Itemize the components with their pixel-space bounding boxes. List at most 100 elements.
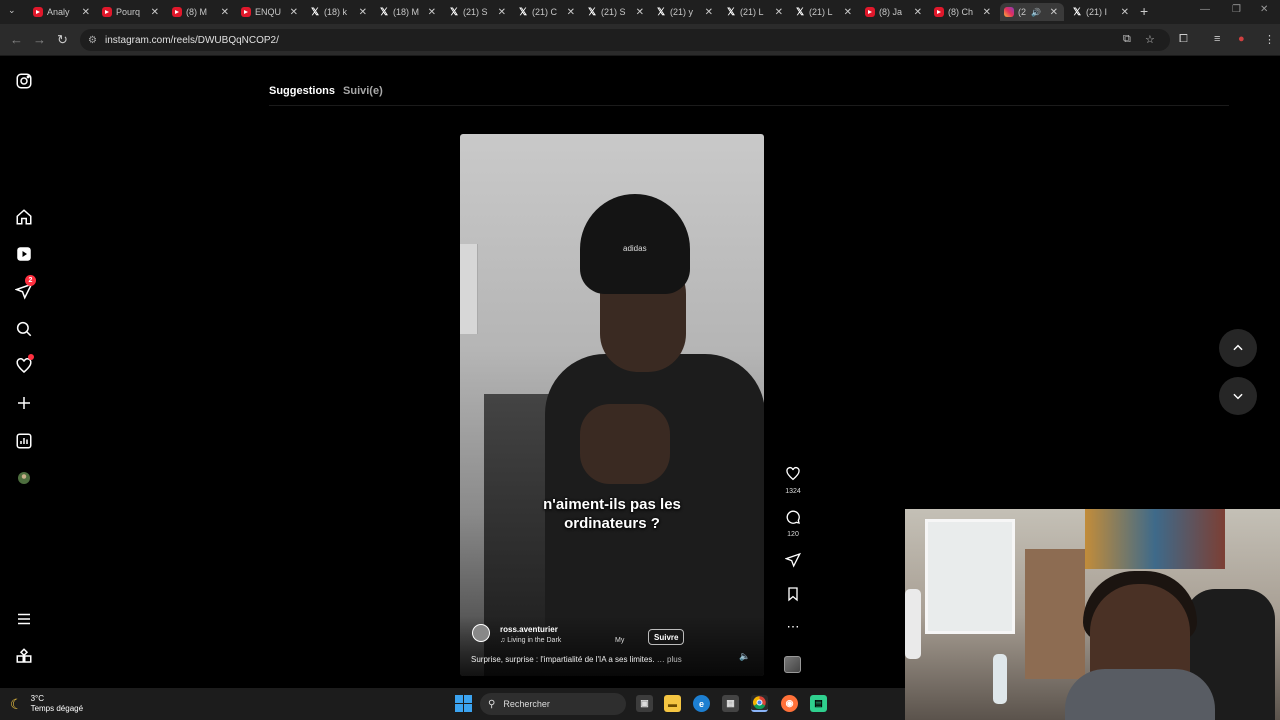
profile-avatar-icon[interactable] — [14, 468, 34, 488]
search-icon[interactable] — [14, 319, 34, 339]
mute-icon[interactable]: 🔈 — [739, 651, 750, 662]
close-icon[interactable]: ✕ — [914, 7, 922, 18]
task-view-icon[interactable]: ▣ — [636, 695, 653, 712]
browser-tab[interactable]: 𝕏 (21) I ✕ — [1072, 3, 1129, 21]
close-icon[interactable]: ✕ — [428, 7, 436, 18]
close-window-icon[interactable]: ✕ — [1260, 4, 1268, 15]
messages-icon[interactable]: 2 — [14, 275, 36, 301]
chrome-icon[interactable] — [751, 695, 768, 712]
audio-thumbnail[interactable] — [784, 656, 801, 673]
close-icon[interactable]: ✕ — [290, 7, 298, 18]
like-button[interactable]: 1324 — [783, 466, 803, 495]
browser-tab[interactable]: 𝕏 (18) M ✕ — [379, 3, 436, 21]
media-control-icon[interactable]: ≡ — [1214, 33, 1220, 45]
music-track[interactable]: ♫ Living in the Dark — [500, 637, 561, 644]
site-info-icon[interactable]: ⚙ — [88, 35, 97, 46]
browser-tab[interactable]: 𝕏 (21) S ✕ — [587, 3, 644, 21]
close-icon[interactable]: ✕ — [636, 7, 644, 18]
back-icon[interactable]: ← — [10, 32, 23, 47]
home-icon[interactable] — [14, 207, 34, 227]
close-icon[interactable]: ✕ — [567, 7, 575, 18]
close-icon[interactable]: ✕ — [983, 7, 991, 18]
previous-reel-button[interactable] — [1219, 329, 1257, 367]
extensions-icon[interactable]: ⧠ — [1179, 33, 1188, 46]
close-icon[interactable]: ✕ — [705, 7, 713, 18]
browser-tab[interactable]: 𝕏 (21) y ✕ — [656, 3, 713, 21]
bookmark-star-icon[interactable]: ☆ — [1145, 33, 1155, 46]
also-from-meta-icon[interactable] — [14, 646, 34, 666]
tab-following[interactable]: Suivi(e) — [343, 85, 383, 97]
close-icon[interactable]: ✕ — [359, 7, 367, 18]
author-name[interactable]: ross.aventurier — [500, 625, 558, 634]
share-button[interactable] — [783, 552, 803, 573]
close-icon[interactable]: ✕ — [775, 7, 783, 18]
profile-avatar-icon[interactable]: ● — [1238, 33, 1245, 45]
webcam-overlay — [905, 509, 1280, 720]
more-options-icon[interactable]: ⋯ — [783, 620, 803, 634]
browser-tab[interactable]: ENQU ✕ — [241, 3, 298, 21]
close-icon[interactable]: ✕ — [221, 7, 229, 18]
browser-tab[interactable]: (8) Ja ✕ — [865, 3, 922, 21]
app-icon[interactable]: ▤ — [810, 695, 827, 712]
instagram-logo-icon[interactable] — [14, 71, 34, 91]
notifications-heart-icon[interactable] — [14, 354, 34, 376]
x-logo-icon: 𝕏 — [518, 6, 528, 18]
reload-icon[interactable]: ↻ — [57, 32, 68, 48]
reel-video[interactable]: adidas n'aiment-ils pas les ordinateurs … — [460, 134, 764, 676]
x-logo-icon: 𝕏 — [656, 6, 666, 18]
browser-tab-active[interactable]: (2 🔊 ✕ — [1000, 3, 1064, 21]
browser-tab[interactable]: 𝕏 (21) C ✕ — [518, 3, 575, 21]
browser-tab[interactable]: 𝕏 (21) L ✕ — [726, 3, 783, 21]
browser-tab[interactable]: Pourq ✕ — [102, 3, 159, 21]
comment-button[interactable]: 120 — [783, 509, 803, 538]
close-icon[interactable]: ✕ — [82, 7, 90, 18]
windows-start-icon[interactable] — [455, 695, 472, 712]
dashboard-icon[interactable] — [14, 431, 34, 451]
video-subject — [580, 404, 670, 484]
reels-icon[interactable] — [14, 244, 34, 264]
save-button[interactable] — [783, 586, 803, 607]
author-avatar[interactable] — [472, 624, 490, 642]
beanie-logo: adidas — [623, 244, 647, 253]
taskbar-search[interactable]: ⚲ Rechercher — [480, 693, 626, 715]
browser-tab[interactable]: 𝕏 (18) k ✕ — [310, 3, 367, 21]
browser-tab[interactable]: 𝕏 (21) S ✕ — [449, 3, 506, 21]
tab-label: (21) I — [1086, 7, 1108, 17]
close-icon[interactable]: ✕ — [498, 7, 506, 18]
more-menu-icon[interactable] — [14, 609, 34, 629]
minimize-icon[interactable]: — — [1200, 4, 1210, 15]
webcam-background — [1025, 549, 1085, 679]
divider — [269, 105, 1229, 106]
browser-tab[interactable]: (8) M ✕ — [172, 3, 229, 21]
create-plus-icon[interactable] — [14, 393, 34, 413]
more-link[interactable]: … plus — [657, 655, 682, 664]
notification-badge: 2 — [25, 275, 36, 286]
install-app-icon[interactable]: ⧉ — [1123, 33, 1131, 46]
x-logo-icon: 𝕏 — [726, 6, 736, 18]
file-explorer-icon[interactable]: ▬ — [664, 695, 681, 712]
menu-dots-icon[interactable]: ⋮ — [1264, 33, 1275, 46]
browser-tab[interactable]: (8) Ch ✕ — [934, 3, 991, 21]
edge-icon[interactable]: e — [693, 695, 710, 712]
close-icon[interactable]: ✕ — [1050, 7, 1058, 18]
follow-button[interactable]: Suivre — [648, 629, 685, 645]
browser-tab[interactable]: 𝕏 (21) L ✕ — [795, 3, 852, 21]
address-bar[interactable]: ⚙ instagram.com/reels/DWUBQqNCOP2/ — [80, 29, 1170, 51]
tab-label: (21) S — [601, 7, 626, 17]
close-icon[interactable]: ✕ — [1121, 7, 1129, 18]
browser-tab[interactable]: Analy ✕ — [33, 3, 90, 21]
store-icon[interactable]: ▦ — [722, 695, 739, 712]
next-reel-button[interactable] — [1219, 377, 1257, 415]
speaker-icon[interactable]: 🔊 — [1031, 8, 1041, 17]
close-icon[interactable]: ✕ — [151, 7, 159, 18]
restore-icon[interactable]: ❐ — [1232, 4, 1241, 15]
send-icon — [784, 552, 801, 568]
music-title: Living in the Dark — [507, 637, 562, 644]
weather-widget[interactable]: ☾ 3°C Temps dégagé — [10, 694, 83, 714]
close-icon[interactable]: ✕ — [844, 7, 852, 18]
tab-suggestions[interactable]: Suggestions — [269, 85, 335, 97]
new-tab-button[interactable]: + — [1140, 3, 1148, 19]
forward-icon[interactable]: → — [33, 32, 46, 47]
firefox-icon[interactable]: ◉ — [781, 695, 798, 712]
tab-search-icon[interactable]: ⌄ — [8, 5, 16, 16]
